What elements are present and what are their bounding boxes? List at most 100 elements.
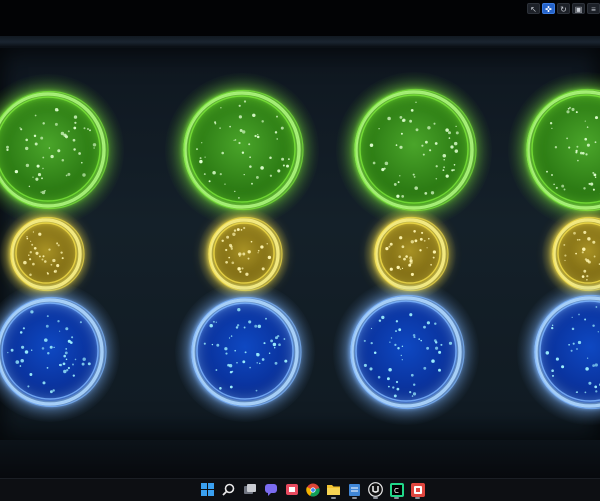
green-orb-sparkle bbox=[248, 143, 250, 145]
yellow-orb-sparkle bbox=[51, 264, 53, 266]
green-orb-sparkle bbox=[257, 136, 259, 138]
rotate-icon[interactable]: ↻ bbox=[557, 3, 570, 14]
green-orb-sparkle bbox=[450, 145, 453, 148]
yellow-orb[interactable] bbox=[375, 218, 448, 291]
notepad-icon[interactable] bbox=[346, 481, 363, 498]
yellow-orb-sparkle bbox=[573, 232, 576, 235]
green-orb-sparkle bbox=[443, 154, 447, 158]
yellow-orb[interactable] bbox=[553, 218, 600, 291]
yellow-orb-sparkle bbox=[577, 239, 579, 241]
blue-orb-sparkle bbox=[412, 395, 413, 396]
blue-orb-sparkle bbox=[374, 351, 377, 354]
red-app-icon[interactable] bbox=[409, 481, 426, 498]
yellow-orb-sparkle bbox=[232, 233, 235, 236]
green-orb-sparkle bbox=[25, 139, 28, 142]
green-orb-sparkle bbox=[42, 168, 43, 169]
level-viewport[interactable]: ↖ ✜ ↻ ▣ ≡ bbox=[0, 0, 600, 478]
move-arrows-icon[interactable]: ✜ bbox=[542, 3, 555, 14]
green-orb-sparkle bbox=[220, 173, 222, 175]
blue-orb-sparkle bbox=[438, 351, 441, 354]
windows-start-icon[interactable] bbox=[199, 481, 216, 498]
yellow-orb[interactable] bbox=[209, 218, 282, 291]
green-orb-sparkle bbox=[220, 107, 221, 108]
yellow-orb-sparkle bbox=[241, 267, 243, 269]
blue-orb-sparkle bbox=[216, 344, 219, 347]
unreal-engine-icon[interactable] bbox=[367, 481, 384, 498]
green-orb-sparkle bbox=[449, 137, 451, 139]
yellow-orb-sparkle bbox=[411, 240, 414, 243]
yellow-orb-sparkle bbox=[400, 268, 401, 269]
green-orb-sparkle bbox=[555, 146, 557, 148]
green-orb-sparkle bbox=[78, 152, 81, 155]
green-orb-sparkle bbox=[93, 147, 94, 148]
chat-icon[interactable] bbox=[262, 481, 279, 498]
yellow-orb-sparkle bbox=[390, 268, 393, 271]
blue-orb[interactable] bbox=[0, 298, 106, 407]
running-indicator bbox=[394, 497, 399, 499]
blue-orb-sparkle bbox=[47, 352, 49, 354]
blue-orb-sparkle bbox=[576, 392, 577, 393]
yellow-orb-sparkle bbox=[47, 272, 49, 274]
blue-orb-sparkle bbox=[236, 326, 238, 328]
blue-orb[interactable] bbox=[351, 296, 464, 409]
chrome-icon[interactable] bbox=[304, 481, 321, 498]
yellow-orb-sparkle bbox=[414, 239, 417, 242]
green-orb[interactable] bbox=[355, 90, 476, 211]
blue-orb-sparkle bbox=[63, 370, 66, 373]
running-indicator bbox=[415, 497, 420, 499]
blue-orb-sparkle bbox=[216, 322, 217, 323]
green-orb-sparkle bbox=[283, 164, 285, 166]
yellow-orb-sparkle bbox=[231, 261, 234, 264]
yellow-orb-sparkle bbox=[48, 248, 50, 250]
task-view-icon[interactable] bbox=[241, 481, 258, 498]
green-orb-sparkle bbox=[413, 174, 415, 176]
blue-orb[interactable] bbox=[535, 296, 600, 409]
yellow-orb-sparkle bbox=[257, 252, 258, 253]
running-indicator bbox=[352, 497, 357, 499]
select-arrow-icon[interactable]: ↖ bbox=[527, 3, 540, 14]
blue-orb-sparkle bbox=[394, 344, 396, 346]
blue-orb-sparkle bbox=[396, 381, 398, 383]
menu-icon[interactable]: ≡ bbox=[587, 3, 600, 14]
green-orb-sparkle bbox=[204, 156, 205, 157]
yellow-orb-sparkle bbox=[238, 252, 242, 256]
blue-orb-sparkle bbox=[88, 362, 91, 365]
green-orb-sparkle bbox=[277, 169, 280, 172]
blue-orb-sparkle bbox=[561, 365, 564, 368]
yellow-orb-sparkle bbox=[226, 236, 229, 239]
yellow-orb-sparkle bbox=[251, 241, 253, 243]
blue-orb-sparkle bbox=[230, 386, 233, 389]
blue-orb[interactable] bbox=[192, 298, 301, 407]
green-orb-sparkle bbox=[249, 156, 251, 158]
green-orb-sparkle bbox=[62, 159, 65, 162]
green-orb[interactable] bbox=[527, 90, 600, 211]
yellow-orb-sparkle bbox=[409, 256, 412, 259]
green-orb-sparkle bbox=[275, 131, 277, 133]
snip-icon[interactable] bbox=[283, 481, 300, 498]
green-orb-sparkle bbox=[221, 152, 224, 155]
blue-orb-sparkle bbox=[72, 363, 74, 365]
clion-icon[interactable]: C bbox=[388, 481, 405, 498]
green-orb-sparkle bbox=[564, 189, 566, 191]
search-icon[interactable] bbox=[220, 481, 237, 498]
green-orb-sparkle bbox=[399, 175, 400, 176]
yellow-orb-sparkle bbox=[56, 264, 59, 267]
green-orb-sparkle bbox=[67, 173, 70, 176]
green-orb-sparkle bbox=[399, 146, 402, 149]
green-orb-sparkle bbox=[201, 142, 202, 143]
green-orb-sparkle bbox=[414, 186, 418, 190]
yellow-orb[interactable] bbox=[11, 218, 84, 291]
blue-orb-sparkle bbox=[83, 358, 86, 361]
scale-icon[interactable]: ▣ bbox=[572, 3, 585, 14]
green-orb-sparkle bbox=[251, 183, 253, 185]
green-orb[interactable] bbox=[184, 91, 303, 210]
blue-orb-sparkle bbox=[389, 341, 390, 342]
yellow-orb-sparkle bbox=[403, 258, 406, 261]
green-orb-sparkle bbox=[551, 174, 553, 176]
blue-orb-sparkle bbox=[397, 388, 400, 391]
blue-orb-sparkle bbox=[248, 320, 251, 323]
blue-orb-sparkle bbox=[364, 340, 366, 342]
green-orb[interactable] bbox=[0, 92, 108, 209]
file-explorer-icon[interactable] bbox=[325, 481, 342, 498]
green-orb-sparkle bbox=[571, 108, 574, 111]
